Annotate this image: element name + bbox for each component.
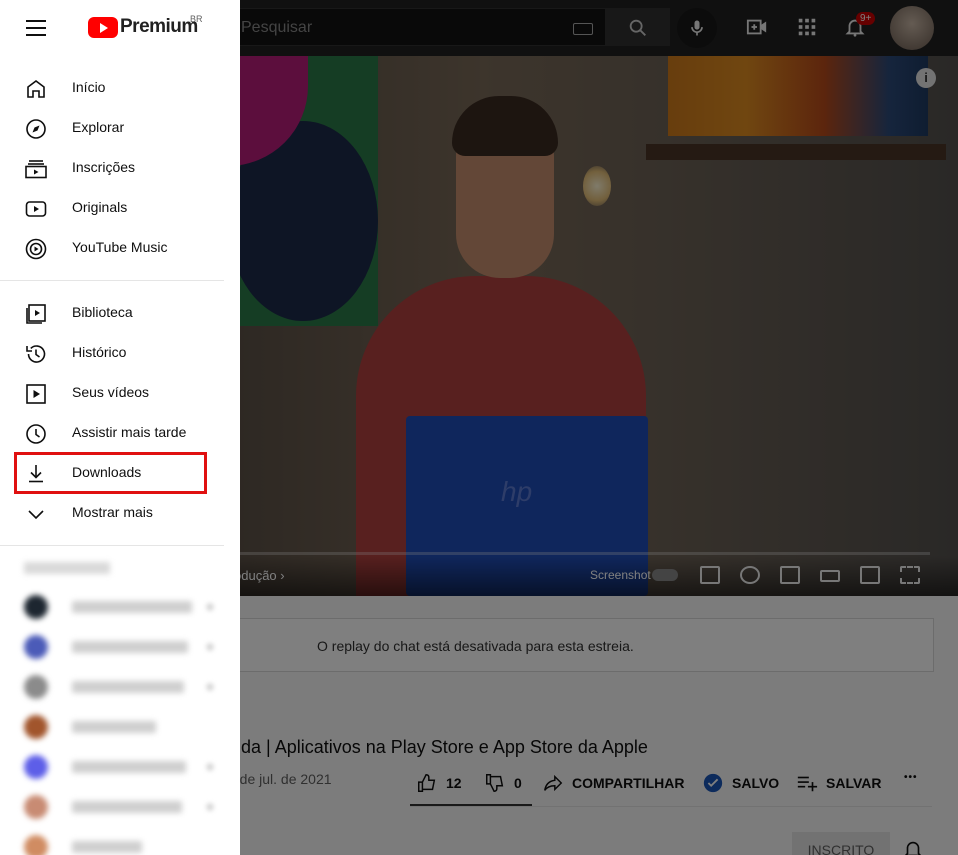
subscription-channel[interactable] bbox=[0, 587, 224, 627]
guide-drawer: Premium BR Início Explorar Inscrições Or… bbox=[0, 0, 240, 855]
sidebar-item-label: Originals bbox=[72, 199, 128, 215]
subscription-channel[interactable] bbox=[0, 747, 224, 787]
sidebar-item-label: Biblioteca bbox=[72, 304, 133, 320]
sidebar-item-label: Início bbox=[72, 79, 106, 95]
sidebar-item-label: YouTube Music bbox=[72, 239, 168, 255]
highlight-box bbox=[14, 452, 207, 494]
sidebar-item-label: Histórico bbox=[72, 344, 127, 360]
youtube-play-logo-icon bbox=[88, 16, 118, 38]
sidebar-divider bbox=[0, 280, 224, 281]
channel-avatar bbox=[24, 715, 48, 739]
sidebar-item-library[interactable]: Biblioteca bbox=[0, 292, 224, 332]
new-content-dot bbox=[206, 803, 214, 811]
sidebar-item-explore[interactable]: Explorar bbox=[0, 107, 224, 147]
home-icon bbox=[27, 80, 45, 98]
logo-country-code: BR bbox=[190, 14, 203, 24]
chevron-down-icon bbox=[28, 510, 44, 520]
channel-name-redacted bbox=[72, 761, 186, 773]
channel-name-redacted bbox=[72, 641, 188, 653]
subscriptions-icon bbox=[25, 160, 47, 179]
sidebar-item-label: Seus vídeos bbox=[72, 384, 150, 400]
subscription-channel[interactable] bbox=[0, 707, 224, 747]
channel-avatar bbox=[24, 635, 48, 659]
channel-avatar bbox=[24, 795, 48, 819]
sidebar-item-label: Assistir mais tarde bbox=[72, 424, 187, 440]
sidebar-item-your-videos[interactable]: Seus vídeos bbox=[0, 372, 224, 412]
channel-name-redacted bbox=[72, 841, 142, 853]
drawer-header: Premium BR bbox=[0, 0, 240, 56]
new-content-dot bbox=[206, 683, 214, 691]
new-content-dot bbox=[206, 603, 214, 611]
sidebar-item-label: Explorar bbox=[72, 119, 125, 135]
channel-name-redacted bbox=[72, 681, 184, 693]
channel-name-redacted bbox=[72, 721, 156, 733]
subscriptions-heading-redacted bbox=[24, 562, 110, 574]
sidebar-item-originals[interactable]: Originals bbox=[0, 187, 224, 227]
menu-icon[interactable] bbox=[26, 20, 46, 36]
compass-icon bbox=[26, 119, 46, 139]
channel-avatar bbox=[24, 755, 48, 779]
sidebar-divider bbox=[0, 545, 224, 546]
channel-avatar bbox=[24, 835, 48, 855]
subscription-channel[interactable] bbox=[0, 627, 224, 667]
sidebar-item-home[interactable]: Início bbox=[0, 67, 224, 107]
sidebar-item-label: Inscrições bbox=[72, 159, 136, 175]
channel-name-redacted bbox=[72, 601, 192, 613]
subscription-channel[interactable] bbox=[0, 787, 224, 827]
sidebar-item-watch-later[interactable]: Assistir mais tarde bbox=[0, 412, 224, 452]
sidebar-item-youtube-music[interactable]: YouTube Music bbox=[0, 227, 224, 267]
watch-later-icon bbox=[26, 424, 46, 444]
subscription-channel[interactable] bbox=[0, 667, 224, 707]
music-icon bbox=[25, 238, 47, 260]
history-icon bbox=[26, 345, 46, 363]
sidebar-item-subscriptions[interactable]: Inscrições bbox=[0, 147, 224, 187]
sidebar-item-show-more[interactable]: Mostrar mais bbox=[0, 492, 224, 532]
originals-icon bbox=[25, 201, 47, 217]
new-content-dot bbox=[206, 643, 214, 651]
library-icon bbox=[26, 304, 46, 324]
channel-name-redacted bbox=[72, 801, 182, 813]
logo-text: Premium bbox=[120, 16, 198, 37]
youtube-premium-logo[interactable]: Premium bbox=[88, 15, 198, 39]
channel-avatar bbox=[24, 595, 48, 619]
your-videos-icon bbox=[26, 384, 46, 404]
subscription-channel[interactable] bbox=[0, 827, 224, 855]
channel-avatar bbox=[24, 675, 48, 699]
new-content-dot bbox=[206, 763, 214, 771]
sidebar-item-history[interactable]: Histórico bbox=[0, 332, 224, 372]
sidebar-item-label: Mostrar mais bbox=[72, 504, 153, 520]
